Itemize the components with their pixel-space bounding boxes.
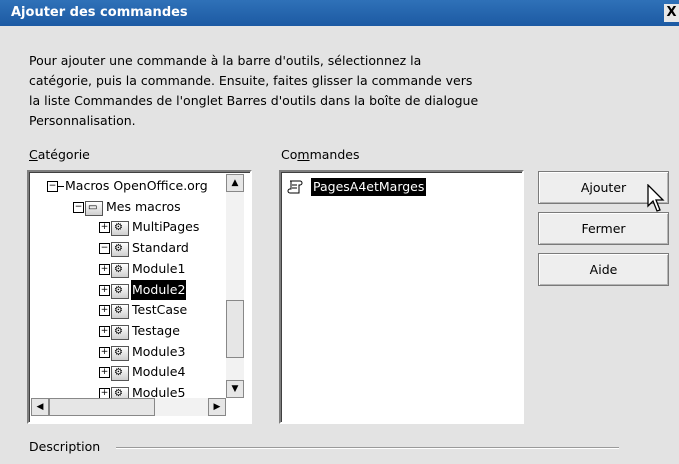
expand-icon[interactable]: + [99,263,110,275]
tree-node-label: Module1 [132,260,186,276]
expand-icon[interactable]: + [99,325,110,337]
mouse-pointer-icon [647,184,665,212]
tree-node-label: Module3 [132,343,186,359]
tree-node[interactable]: + ⚙ Testage [31,321,226,341]
horizontal-scroll-thumb[interactable] [49,398,155,416]
scroll-thumb[interactable] [226,300,244,358]
scroll-up-icon[interactable]: ▲ [226,174,244,192]
library-icon: ⚙ [111,242,129,258]
library-icon: ⚙ [111,221,129,237]
tree-node-label: TestCase [132,302,188,318]
collapse-icon[interactable]: − [99,243,110,255]
intro-line: la liste Commandes de l'onglet Barres d'… [29,93,479,108]
module-icon: ⚙ [111,304,129,320]
command-item-label: PagesA4etMarges [311,178,427,196]
commands-label-pre: Co [281,147,298,162]
expand-icon[interactable]: + [99,346,110,358]
tree-node[interactable]: + ⚙ TestCase [31,300,226,320]
category-tree[interactable]: − Macros OpenOffice.org − ▭ Mes macros + ⚙ Mult… [27,170,252,424]
intro-line: Personnalisation. [29,113,136,128]
macro-scroll-icon [287,180,303,194]
commands-label-post: mandes [309,147,360,162]
close-button[interactable]: Fermer [538,212,669,245]
module-icon: ⚙ [111,324,129,340]
commands-list[interactable]: PagesA4etMarges [279,170,524,424]
intro-line: Pour ajouter une commande à la barre d'o… [29,53,422,68]
title-bar: Ajouter des commandes X [0,0,679,26]
horizontal-scrollbar[interactable]: ◀ ▶ [31,398,226,416]
vertical-scrollbar[interactable]: ▲ ▼ [226,174,244,398]
expand-icon[interactable]: + [99,222,110,234]
scroll-right-icon[interactable]: ▶ [208,398,226,416]
tree-node[interactable]: + ⚙ Module3 [31,342,226,362]
tree-node[interactable]: − ⚙ Standard [31,238,226,258]
description-separator [116,447,619,449]
module-icon: ⚙ [111,387,129,398]
tree-node[interactable]: + ⚙ Module5 [31,383,226,398]
icon-glyph: ⚙ [114,346,123,358]
close-window-button[interactable]: X [664,4,679,22]
commands-label-hotkey: m [297,147,310,162]
collapse-icon[interactable]: − [73,201,84,213]
commands-label: Commandes [281,147,359,162]
tree-node-label: Testage [132,322,180,338]
tree-node-label: Macros OpenOffice.org [65,178,208,193]
icon-glyph: ⚙ [114,305,123,317]
icon-glyph: ⚙ [114,243,123,255]
tree-node[interactable]: + ⚙ MultiPages [31,217,226,237]
help-button[interactable]: Aide [538,253,669,286]
category-label: Catégorie [29,147,90,162]
category-tree-viewport: − Macros OpenOffice.org − ▭ Mes macros + ⚙ Mult… [31,174,226,398]
icon-glyph: ⚙ [114,367,123,379]
module-icon: ⚙ [111,345,129,361]
expand-icon[interactable]: + [99,284,110,296]
scroll-left-icon[interactable]: ◀ [31,398,49,416]
category-label-hotkey: C [29,147,38,162]
tree-node-label: Module4 [132,364,186,380]
description-label: Description [29,439,101,454]
tree-node-label: MultiPages [132,219,200,235]
tree-node[interactable]: + ⚙ Module4 [31,362,226,382]
expand-icon[interactable]: + [99,388,110,398]
tree-node[interactable]: − ▭ Mes macros [31,197,226,217]
tree-node-label: Module5 [132,385,186,398]
icon-glyph: ⚙ [114,263,123,275]
icon-glyph: ⚙ [114,284,123,296]
tree-node[interactable]: + ⚙ Module1 [31,259,226,279]
intro-line: catégorie, puis la commande. Ensuite, fa… [29,73,473,88]
collapse-icon[interactable]: − [47,181,58,192]
category-label-rest: atégorie [37,147,90,162]
icon-glyph: ⚙ [114,222,123,234]
intro-text: Pour ajouter une commande à la barre d'o… [29,51,549,131]
tree-node[interactable]: − Macros OpenOffice.org [31,176,226,196]
expand-icon[interactable]: + [99,305,110,317]
module-icon: ⚙ [111,262,129,278]
expand-icon[interactable]: + [99,367,110,379]
icon-glyph: ⚙ [114,325,123,337]
icon-glyph: ⚙ [114,388,123,398]
module-icon: ⚙ [111,366,129,382]
module-icon: ⚙ [111,283,129,299]
window-title: Ajouter des commandes [11,5,188,20]
tree-node-label: Standard [132,240,189,256]
tree-node-label: Module2 [131,279,187,300]
tree-node[interactable]: + ⚙ Module2 [31,279,226,300]
scroll-down-icon[interactable]: ▼ [226,380,244,398]
tree-node-label: Mes macros [106,198,181,214]
icon-glyph: ▭ [88,201,98,213]
drive-icon: ▭ [85,200,103,216]
